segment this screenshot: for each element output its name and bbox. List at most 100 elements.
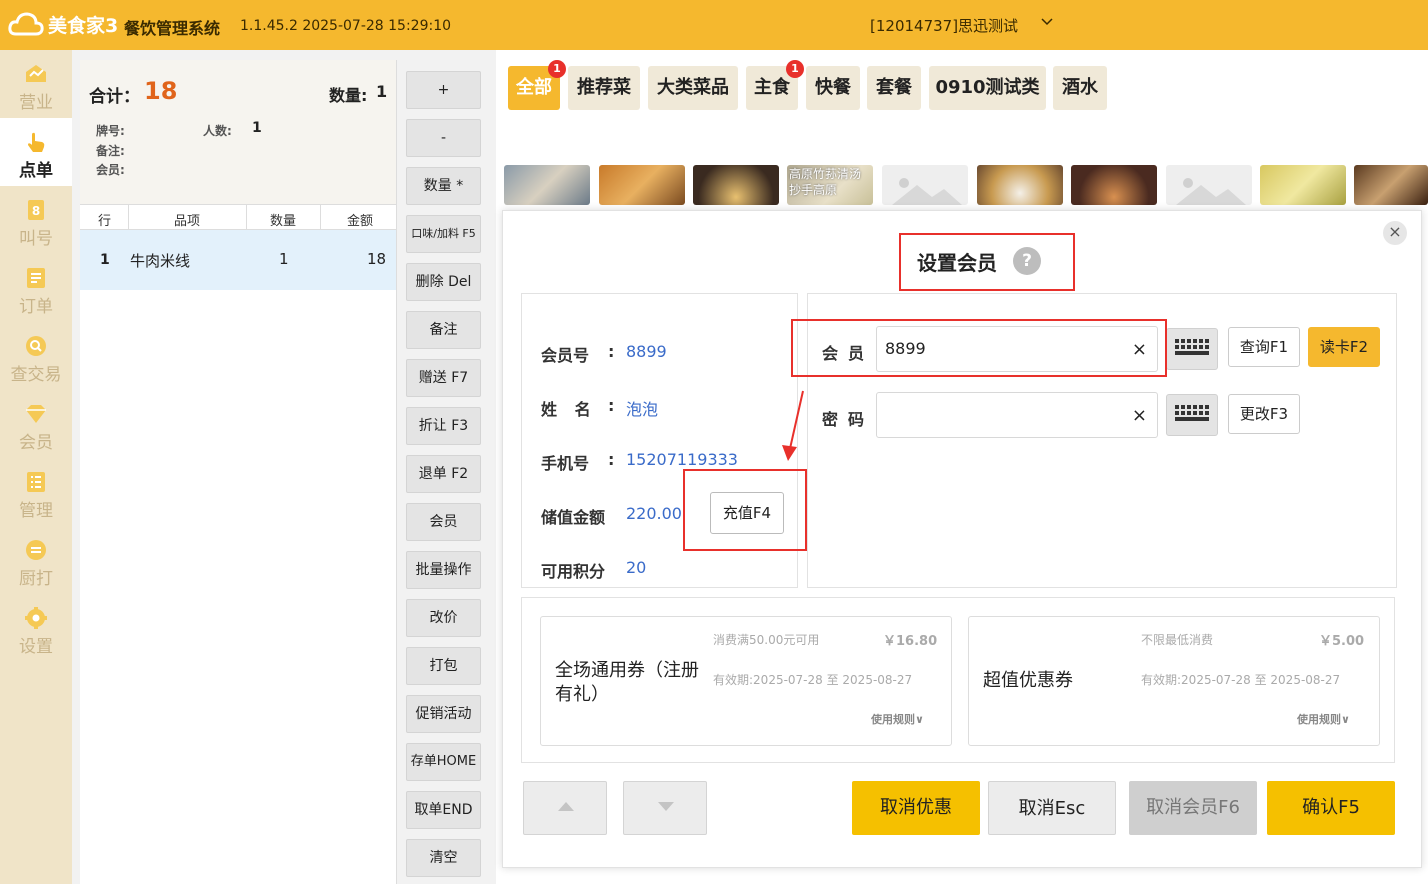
nav-label: 点单 — [19, 161, 53, 181]
tab-test-category[interactable]: 0910测试类 — [929, 66, 1046, 110]
promotion-button[interactable]: 促销活动 — [406, 695, 481, 733]
annotation-arrow-icon — [782, 390, 804, 461]
save-order-button[interactable]: 存单HOME — [406, 743, 481, 781]
member-button[interactable]: 会员 — [406, 503, 481, 541]
page-down-button[interactable] — [623, 781, 707, 835]
order-hand-icon — [28, 132, 45, 152]
triangle-down-icon — [658, 802, 674, 811]
dish-thumbnail[interactable] — [599, 165, 685, 205]
cancel-discount-button[interactable]: 取消优惠 — [852, 781, 980, 835]
member-input-highlight-box — [791, 319, 1167, 377]
change-password-button[interactable]: 更改F3 — [1228, 394, 1300, 434]
nav-label: 会员 — [19, 433, 53, 453]
dish-caption: 高原竹荪清汤抄手高原 — [789, 167, 862, 197]
tab-recommended[interactable]: 推荐菜 — [568, 66, 640, 110]
read-card-button[interactable]: 读卡F2 — [1308, 327, 1380, 367]
chevron-down-icon[interactable] — [1040, 14, 1054, 28]
decrease-qty-button[interactable]: - — [406, 119, 481, 157]
manage-icon — [27, 472, 45, 492]
nav-item-business[interactable]: 营业 — [0, 50, 72, 118]
gift-button[interactable]: 赠送 F7 — [406, 359, 481, 397]
coupon-validity: 有效期:2025-07-28 至 2025-08-27 — [713, 673, 913, 687]
table-row[interactable]: 1 牛肉米线 1 18 — [80, 230, 396, 290]
close-icon[interactable]: × — [1383, 221, 1407, 245]
nav-label: 查交易 — [10, 365, 62, 385]
dish-thumbnail[interactable] — [977, 165, 1063, 205]
phone-value: 15207119333 — [626, 450, 738, 469]
member-label: 会员: — [96, 163, 125, 177]
dish-thumbnail[interactable]: 高原竹荪清汤抄手高原 — [787, 165, 873, 205]
nav-item-kitchen-print[interactable]: 厨打 — [0, 526, 72, 594]
image-placeholder-icon — [1176, 178, 1246, 205]
coupon-card[interactable]: 全场通用券（注册有礼） 消费满50.00元可用 ￥16.80 有效期:2025-… — [540, 616, 952, 746]
nav-item-settings[interactable]: 设置 — [0, 594, 72, 662]
note-label: 备注: — [96, 144, 125, 158]
delete-button[interactable]: 删除 Del — [406, 263, 481, 301]
store-selector[interactable]: [12014737]思迅测试 — [870, 15, 1018, 36]
clear-icon[interactable]: × — [1132, 405, 1147, 426]
nav-item-search-trade[interactable]: 查交易 — [0, 322, 72, 390]
keyboard-button[interactable] — [1166, 328, 1218, 370]
clear-button[interactable]: 清空 — [406, 839, 481, 877]
colon: : — [608, 396, 615, 415]
app-logo: 美食家3 — [8, 10, 118, 38]
app-title: 餐饮管理系统 — [124, 19, 221, 38]
return-order-button[interactable]: 退单 F2 — [406, 455, 481, 493]
coupon-list: 全场通用券（注册有礼） 消费满50.00元可用 ￥16.80 有效期:2025-… — [521, 597, 1395, 763]
dish-thumbnail[interactable] — [1071, 165, 1157, 205]
name-value: 泡泡 — [626, 400, 659, 419]
tab-fast-food[interactable]: 快餐 — [806, 66, 860, 110]
row-number: 1 — [100, 252, 110, 268]
quantity-button[interactable]: 数量 * — [406, 167, 481, 205]
nav-item-order[interactable]: 点单 — [0, 118, 72, 186]
tab-set-meal[interactable]: 套餐 — [867, 66, 921, 110]
dish-placeholder-image[interactable] — [1166, 165, 1252, 205]
coupon-rules-link[interactable]: 使用规则∨ — [871, 711, 924, 727]
confirm-button[interactable]: 确认F5 — [1267, 781, 1395, 835]
nav-label: 设置 — [19, 637, 53, 657]
tab-label: 0910测试类 — [935, 77, 1040, 98]
keyboard-icon — [1175, 339, 1209, 355]
tab-staple[interactable]: 主食 1 — [746, 60, 804, 110]
tab-all[interactable]: 全部 1 — [508, 60, 566, 110]
tab-drinks[interactable]: 酒水 — [1053, 66, 1107, 110]
count-badge: 1 — [786, 60, 804, 78]
nav-item-member[interactable]: 会员 — [0, 390, 72, 458]
coupon-condition: 不限最低消费 — [1141, 633, 1214, 647]
search-trade-icon — [26, 336, 46, 356]
pack-button[interactable]: 打包 — [406, 647, 481, 685]
page-up-button[interactable] — [523, 781, 607, 835]
coupon-card[interactable]: 超值优惠券 不限最低消费 ￥5.00 有效期:2025-07-28 至 2025… — [968, 616, 1380, 746]
balance-value: 220.00 — [626, 504, 682, 523]
order-summary: 合计： 18 数量: 1 牌号: 人数: 1 备注: 会员: — [80, 60, 396, 204]
dish-thumbnail[interactable] — [1354, 165, 1428, 205]
retrieve-order-button[interactable]: 取单END — [406, 791, 481, 829]
nav-item-orders[interactable]: 订单 — [0, 254, 72, 322]
discount-button[interactable]: 折让 F3 — [406, 407, 481, 445]
cancel-esc-button[interactable]: 取消Esc — [988, 781, 1116, 835]
dish-placeholder-image[interactable] — [882, 165, 968, 205]
password-input[interactable]: × — [876, 392, 1158, 438]
nav-item-manage[interactable]: 管理 — [0, 458, 72, 526]
nav-item-call-number[interactable]: 8 叫号 — [0, 186, 72, 254]
query-button[interactable]: 查询F1 — [1228, 327, 1300, 367]
batch-operation-button[interactable]: 批量操作 — [406, 551, 481, 589]
logo-text: 美食家3 — [48, 14, 119, 37]
quantity-value: 1 — [376, 82, 388, 101]
coupon-rules-link[interactable]: 使用规则∨ — [1297, 711, 1350, 727]
dish-thumbnail[interactable] — [504, 165, 590, 205]
colon: : — [608, 342, 615, 361]
increase-qty-button[interactable]: + — [406, 71, 481, 109]
change-price-button[interactable]: 改价 — [406, 599, 481, 637]
dish-thumbnail[interactable] — [1260, 165, 1346, 205]
cancel-member-button[interactable]: 取消会员F6 — [1129, 781, 1257, 835]
note-button[interactable]: 备注 — [406, 311, 481, 349]
dish-thumbnail[interactable] — [693, 165, 779, 205]
order-panel: 合计： 18 数量: 1 牌号: 人数: 1 备注: 会员: 行 品项 数量 金… — [80, 60, 396, 884]
tab-label: 全部 — [516, 77, 552, 98]
flavor-addon-button[interactable]: 口味/加料 F5 — [406, 215, 481, 253]
keyboard-button[interactable] — [1166, 394, 1218, 436]
column-divider — [320, 205, 321, 231]
row-qty: 1 — [279, 250, 289, 268]
tab-main-dishes[interactable]: 大类菜品 — [648, 66, 738, 110]
